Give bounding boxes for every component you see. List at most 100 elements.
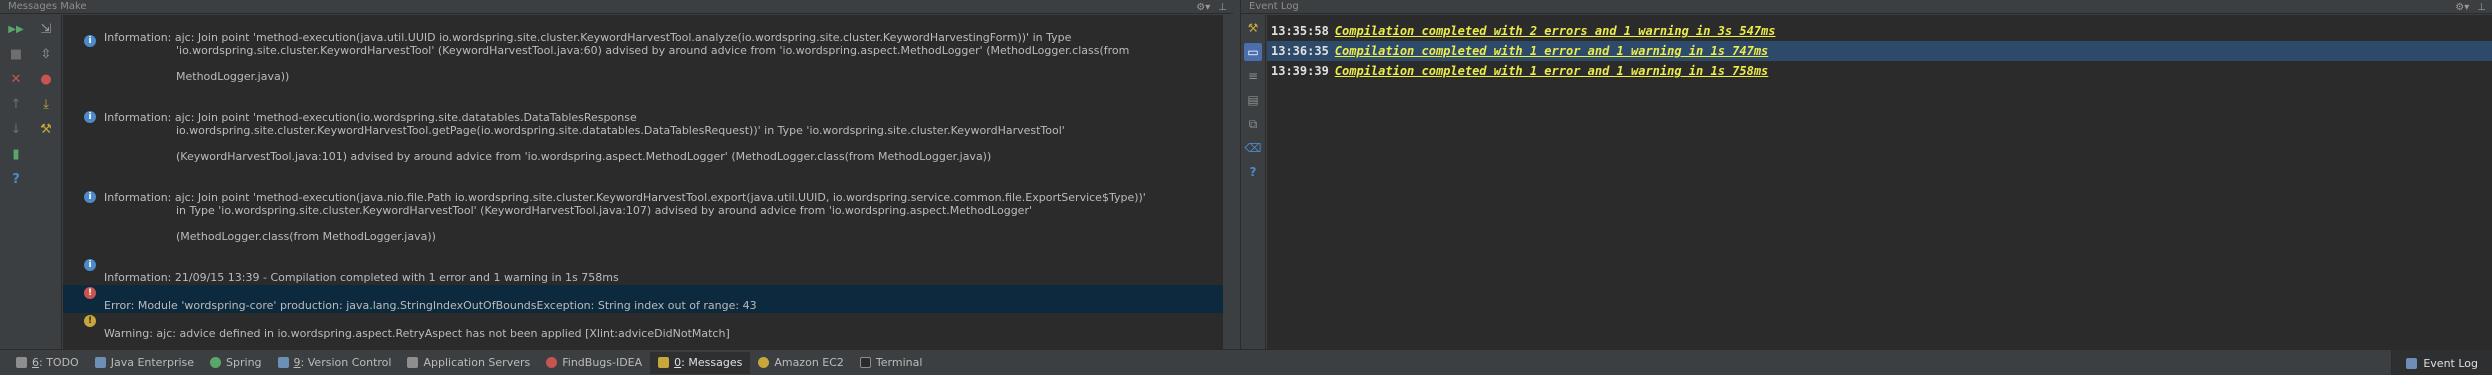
down-icon[interactable]: ↓ (6, 119, 26, 139)
message-row[interactable]: i Information: ajc: Join point 'method-e… (63, 177, 1230, 257)
application-servers-icon (407, 357, 419, 368)
hide-icon[interactable]: ⊥ (1218, 2, 1227, 13)
tab-todo[interactable]: 6: TODO (8, 352, 87, 374)
message-row[interactable]: ! Warning: ajc: advice defined in io.wor… (63, 313, 1230, 341)
message-line: Information: ajc: Join point 'method-exe… (104, 31, 1072, 44)
settings-icon[interactable]: ⚒ (1244, 19, 1262, 37)
hide-icon[interactable]: ⊥ (2477, 2, 2486, 13)
tab-findbugs[interactable]: FindBugs-IDEA (538, 352, 650, 374)
messages-scrollbar[interactable] (1223, 15, 1233, 349)
event-log-icon (2406, 357, 2418, 369)
event-log-label: Event Log (2423, 356, 2478, 370)
autoscroll-icon[interactable]: ▮ (6, 144, 26, 164)
tab-label: Amazon EC2 (774, 356, 844, 369)
event-time: 13:39:39 (1271, 64, 1329, 78)
event-row: 13:35:58 Compilation completed with 2 err… (1267, 21, 2492, 41)
help-icon[interactable]: ? (1244, 163, 1262, 181)
message-row-selected[interactable]: ! Error: Module 'wordspring-core' produc… (63, 285, 1230, 313)
tab-terminal[interactable]: Terminal (852, 352, 931, 374)
message-line: MethodLogger.java)) (176, 70, 290, 83)
message-line: Error: Module 'wordspring-core' producti… (104, 299, 757, 312)
todo-icon (16, 357, 27, 368)
settings-icon[interactable]: ⚒ (36, 119, 56, 139)
tab-label: Java Enterprise (110, 356, 195, 369)
messages-panel-title: Messages Make (8, 1, 87, 12)
rerun-icon[interactable]: ▶▶ (6, 19, 26, 39)
tab-label: FindBugs-IDEA (562, 356, 643, 369)
event-log-button[interactable]: Event Log (2391, 350, 2492, 375)
event-link[interactable]: Compilation completed with 1 error and 1… (1335, 44, 1768, 58)
info-icon: i (84, 35, 96, 47)
event-log-header: Event Log ⚙▾ ⊥ (1241, 0, 2492, 14)
tab-number: 6 (32, 356, 39, 369)
event-link[interactable]: Compilation completed with 2 errors and … (1335, 24, 1776, 38)
info-icon: i (84, 191, 96, 203)
ide-window: Messages Make ⚙▾ ⊥ ▶▶ ⇲ ■ ⇳ ✕ ● ↑ ⤓ ↓ ⚒ … (0, 0, 2492, 375)
messages-icon (658, 357, 670, 368)
close-icon[interactable]: ✕ (6, 69, 26, 89)
tab-label: Spring (226, 356, 262, 369)
tab-label: Application Servers (423, 356, 531, 369)
info-icon: i (84, 259, 96, 271)
message-line: Information: ajc: Join point 'method-exe… (104, 111, 637, 124)
event-row: 13:39:39 Compilation completed with 1 err… (1267, 61, 2492, 81)
message-row[interactable]: i Information: 21/09/15 13:39 - Compilat… (63, 257, 1230, 285)
tab-java-enterprise[interactable]: Java Enterprise (87, 352, 202, 374)
tool-window-bar: 6: TODO Java Enterprise Spring 9: Versio… (0, 349, 2492, 375)
tab-number: 9 (293, 356, 301, 369)
mark-read-icon[interactable]: ▭ (1244, 43, 1262, 61)
messages-panel-header: Messages Make ⚙▾ ⊥ (0, 0, 1233, 14)
stop-icon[interactable]: ■ (6, 44, 26, 64)
java-enterprise-icon (94, 357, 106, 368)
messages-panel: Messages Make ⚙▾ ⊥ ▶▶ ⇲ ■ ⇳ ✕ ● ↑ ⤓ ↓ ⚒ … (0, 0, 1233, 349)
message-row[interactable]: i Information: ajc: Join point 'method-e… (63, 97, 1230, 177)
message-line: Warning: ajc: advice defined in io.words… (104, 327, 730, 340)
tab-version-control[interactable]: 9: Version Control (270, 352, 400, 374)
help-icon[interactable]: ? (6, 169, 26, 189)
tab-label: : Version Control (300, 356, 392, 369)
event-time: 13:35:58 (1271, 24, 1329, 38)
bug-icon (546, 357, 558, 368)
export-icon[interactable]: ⤓ (36, 94, 56, 114)
event-link[interactable]: Compilation completed with 1 error and 1… (1335, 64, 1768, 78)
terminal-icon (859, 357, 871, 368)
event-row-selected: 13:36:35 Compilation completed with 1 err… (1267, 41, 2492, 61)
messages-header-tools: ⚙▾ ⊥ (1196, 0, 1227, 14)
tab-label: : TODO (39, 356, 79, 369)
tab-label: Terminal (875, 356, 923, 369)
event-log-header-tools: ⚙▾ ⊥ (2455, 0, 2486, 14)
tab-label: : Messages (681, 356, 743, 369)
tab-spring[interactable]: Spring (202, 352, 270, 374)
tab-messages[interactable]: 0: Messages (650, 351, 751, 374)
filter-icon[interactable]: ≡ (1244, 67, 1262, 85)
messages-toolbar: ▶▶ ⇲ ■ ⇳ ✕ ● ↑ ⤓ ↓ ⚒ ▮ ? (0, 15, 62, 349)
collapse-all-icon[interactable]: ⇳ (36, 44, 56, 64)
event-log-toolbar: ⚒ ▭ ≡ ▤ ⧉ ⌫ ? (1241, 15, 1266, 349)
amazon-ec2-icon (758, 357, 770, 368)
message-row[interactable]: i Information: ajc: Join point 'method-e… (63, 17, 1230, 97)
gear-icon[interactable]: ⚙▾ (1196, 2, 1210, 13)
error-filter-icon[interactable]: ● (36, 69, 56, 89)
event-log-title: Event Log (1249, 1, 1299, 12)
event-log-panel: Event Log ⚙▾ ⊥ ⚒ ▭ ≡ ▤ ⧉ ⌫ ? 13:35:58 Com… (1240, 0, 2492, 349)
expand-all-icon[interactable]: ⇲ (36, 19, 56, 39)
print-icon[interactable]: ▤ (1244, 91, 1262, 109)
error-icon: ! (84, 287, 96, 299)
tab-amazon-ec2[interactable]: Amazon EC2 (750, 352, 852, 374)
message-line: Information: ajc: Join point 'method-exe… (104, 191, 1146, 204)
spring-icon (210, 357, 222, 368)
warning-icon: ! (84, 315, 96, 327)
info-icon: i (84, 111, 96, 123)
message-line: io.wordspring.site.cluster.KeywordHarves… (176, 124, 1065, 137)
gear-icon[interactable]: ⚙▾ (2455, 2, 2469, 13)
up-icon[interactable]: ↑ (6, 94, 26, 114)
event-log-list: 13:35:58 Compilation completed with 2 err… (1267, 15, 2492, 349)
copy-icon[interactable]: ⧉ (1244, 115, 1262, 133)
tab-application-servers[interactable]: Application Servers (399, 352, 538, 374)
event-time: 13:36:35 (1271, 44, 1329, 58)
message-line: Information: 21/09/15 13:39 - Compilatio… (104, 271, 619, 284)
message-line: (MethodLogger.class(from MethodLogger.ja… (176, 230, 436, 243)
clear-icon[interactable]: ⌫ (1244, 139, 1262, 157)
messages-list: i Information: ajc: Join point 'method-e… (63, 15, 1230, 349)
message-line: 'io.wordspring.site.cluster.KeywordHarve… (176, 44, 1130, 57)
